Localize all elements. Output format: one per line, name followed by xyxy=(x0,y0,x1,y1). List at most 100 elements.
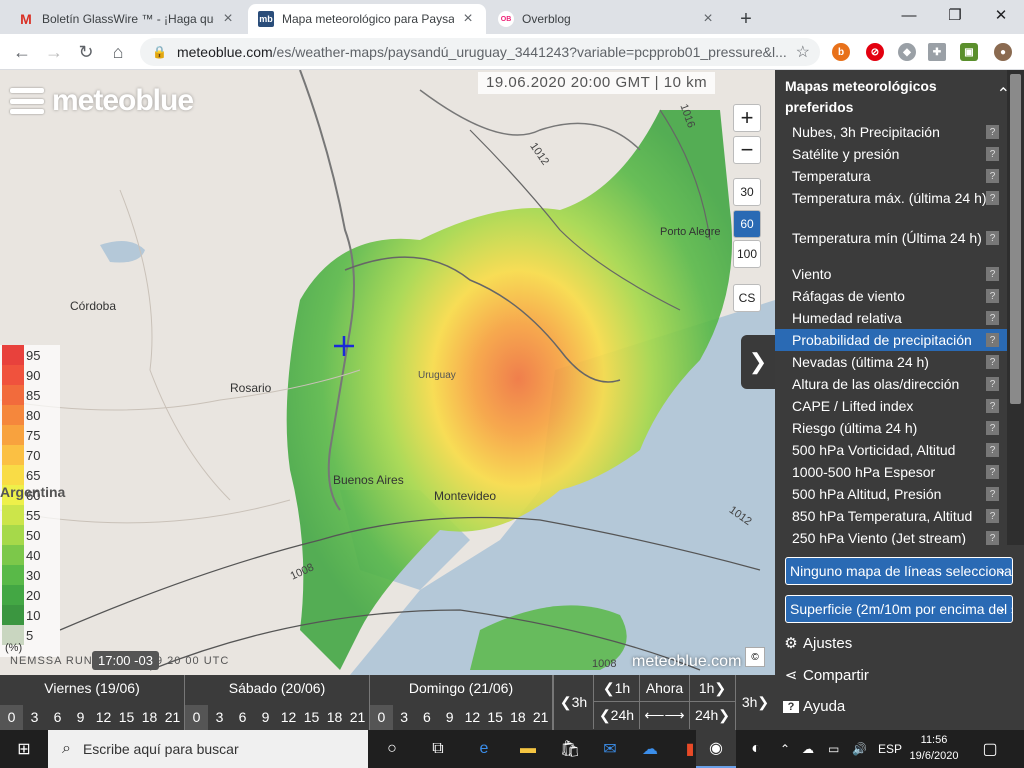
map-option[interactable]: Nevadas (última 24 h) xyxy=(775,351,1010,373)
zoom-out-button[interactable]: − xyxy=(733,136,761,164)
map-option[interactable]: 500 hPa Altitud, Presión xyxy=(775,483,1010,505)
help-icon[interactable]: ? xyxy=(986,289,999,303)
sidebar-toggle-button[interactable]: ❯ xyxy=(741,335,775,389)
step-30-button[interactable]: 30 xyxy=(733,178,761,206)
panel-scroll-thumb[interactable] xyxy=(1010,74,1021,404)
copyright-button[interactable]: © xyxy=(745,647,765,667)
profile-avatar[interactable]: ● xyxy=(994,43,1012,61)
notifications-icon[interactable]: ▢ xyxy=(970,730,1010,768)
paint-icon[interactable]: ◐ xyxy=(736,730,776,768)
back-3h-button[interactable]: ❮3h xyxy=(553,675,593,730)
help-icon[interactable]: ? xyxy=(986,377,999,391)
zoom-in-button[interactable]: + xyxy=(733,104,761,132)
close-tab-icon[interactable]: × xyxy=(220,10,236,28)
hour-button[interactable]: 12 xyxy=(277,705,300,730)
address-bar[interactable]: 🔒 meteoblue.com/es/weather-maps/paysandú… xyxy=(140,38,820,66)
close-tab-icon[interactable]: × xyxy=(460,10,476,28)
share-link[interactable]: ⋖ Compartir xyxy=(783,666,869,685)
extensions-puzzle-icon[interactable]: ✚ xyxy=(928,43,946,61)
hour-button[interactable]: 18 xyxy=(507,705,530,730)
forward-3h-button[interactable]: 3h❯ xyxy=(735,675,775,730)
back-1h-button[interactable]: ❮1h xyxy=(593,675,639,702)
weather-map[interactable]: meteoblue 19.06.2020 20:00 GMT | 10 km +… xyxy=(0,70,775,675)
map-option[interactable]: Nubes, 3h Precipitación xyxy=(775,121,1010,143)
hour-button[interactable]: 6 xyxy=(46,705,69,730)
help-icon[interactable]: ? xyxy=(986,355,999,369)
help-icon[interactable]: ? xyxy=(986,487,999,501)
cs-button[interactable]: CS xyxy=(733,284,761,312)
level-select[interactable]: Superficie (2m/10m por encima del suelo)… xyxy=(785,595,1013,623)
forward-arrow-icon[interactable]: → xyxy=(40,38,68,66)
hour-button[interactable]: 9 xyxy=(254,705,277,730)
weather-app-icon[interactable]: ☁ xyxy=(630,730,670,768)
chrome-icon[interactable]: ◉ xyxy=(696,730,736,768)
settings-link[interactable]: ⚙ Ajustes xyxy=(783,634,852,653)
mail-icon[interactable]: ✉ xyxy=(590,730,630,768)
map-canvas[interactable] xyxy=(0,70,775,675)
reload-icon[interactable]: ↻ xyxy=(72,38,100,66)
hour-button[interactable]: 3 xyxy=(23,705,46,730)
day-column[interactable]: Domingo (21/06) 0 3 6 9 12 15 18 21 xyxy=(370,675,553,730)
help-icon[interactable]: ? xyxy=(986,231,999,245)
meteoblue-logo[interactable]: meteoblue xyxy=(10,84,194,118)
map-option[interactable]: Viento xyxy=(775,263,1010,285)
help-icon[interactable]: ? xyxy=(986,147,999,161)
volume-icon[interactable]: 🔊 xyxy=(852,730,867,768)
hour-button[interactable]: 12 xyxy=(461,705,484,730)
map-option[interactable]: Humedad relativa xyxy=(775,307,1010,329)
store-icon[interactable]: 🛍 xyxy=(550,730,590,768)
task-view-icon[interactable]: ⧉ xyxy=(418,730,458,768)
tab-glasswire[interactable]: M Boletín GlassWire ™ - ¡Haga que × xyxy=(8,4,246,34)
step-100-button[interactable]: 100 xyxy=(733,240,761,268)
map-option[interactable]: Temperatura mín (Última 24 h) xyxy=(775,227,1010,249)
back-arrow-icon[interactable]: ← xyxy=(8,38,36,66)
map-option[interactable]: 250 hPa Viento (Jet stream) xyxy=(775,527,1010,545)
hour-button[interactable]: 15 xyxy=(300,705,323,730)
help-icon[interactable]: ? xyxy=(986,191,999,205)
language-indicator[interactable]: ESP xyxy=(878,730,902,768)
tray-chevron-icon[interactable]: ⌃ xyxy=(780,730,790,768)
close-window-button[interactable]: ✕ xyxy=(978,0,1024,30)
radio-extension-icon[interactable]: ▣ xyxy=(960,43,978,61)
hour-button[interactable]: 21 xyxy=(529,705,552,730)
bookmark-star-icon[interactable]: ☆ xyxy=(796,42,810,62)
step-60-button[interactable]: 60 xyxy=(733,210,761,238)
help-icon[interactable]: ? xyxy=(986,509,999,523)
day-column[interactable]: Sábado (20/06) 0 3 6 9 12 15 18 21 xyxy=(185,675,370,730)
forward-24h-button[interactable]: 24h❯ xyxy=(689,702,735,729)
map-option[interactable]: 1000-500 hPa Espesor xyxy=(775,461,1010,483)
minimize-button[interactable]: — xyxy=(886,0,932,30)
help-icon[interactable]: ? xyxy=(986,169,999,183)
line-map-select[interactable]: Ninguno mapa de líneas seleccionado ⌄ xyxy=(785,557,1013,585)
hour-button[interactable]: 15 xyxy=(484,705,507,730)
back-24h-button[interactable]: ❮24h xyxy=(593,702,639,729)
extension-b-icon[interactable]: b xyxy=(832,43,850,61)
dropbox-icon[interactable]: ◆ xyxy=(898,43,916,61)
help-icon[interactable]: ? xyxy=(986,311,999,325)
hour-button[interactable]: 12 xyxy=(92,705,115,730)
help-icon[interactable]: ? xyxy=(986,531,999,545)
map-option[interactable]: 500 hPa Vorticidad, Altitud xyxy=(775,439,1010,461)
forward-1h-button[interactable]: 1h❯ xyxy=(689,675,735,702)
help-link[interactable]: ? Ayuda xyxy=(783,698,845,715)
map-option[interactable]: Temperatura máx. (última 24 h) xyxy=(775,187,1010,209)
hour-button[interactable]: 21 xyxy=(346,705,369,730)
hour-button[interactable]: 21 xyxy=(161,705,184,730)
map-option[interactable]: CAPE / Lifted index xyxy=(775,395,1010,417)
map-option[interactable]: Temperatura xyxy=(775,165,1010,187)
edge-icon[interactable]: e xyxy=(464,730,504,768)
system-clock[interactable]: 11:56 19/6/2020 xyxy=(904,732,964,764)
tab-meteoblue[interactable]: mb Mapa meteorológico para Paysan × xyxy=(248,4,486,34)
network-icon[interactable]: ▭ xyxy=(828,730,839,768)
windows-start-icon[interactable]: ⊞ xyxy=(0,730,48,768)
hour-button[interactable]: 15 xyxy=(115,705,138,730)
map-option[interactable]: 850 hPa Temperatura, Altitud xyxy=(775,505,1010,527)
map-option[interactable]: Altura de las olas/dirección xyxy=(775,373,1010,395)
help-icon[interactable]: ? xyxy=(986,125,999,139)
menu-icon[interactable] xyxy=(10,88,44,114)
hour-button[interactable]: 18 xyxy=(138,705,161,730)
map-option[interactable]: Satélite y presión xyxy=(775,143,1010,165)
help-icon[interactable]: ? xyxy=(986,465,999,479)
onedrive-icon[interactable]: ☁ xyxy=(802,730,814,768)
day-column[interactable]: Viernes (19/06) 0 3 6 9 12 15 18 21 xyxy=(0,675,185,730)
